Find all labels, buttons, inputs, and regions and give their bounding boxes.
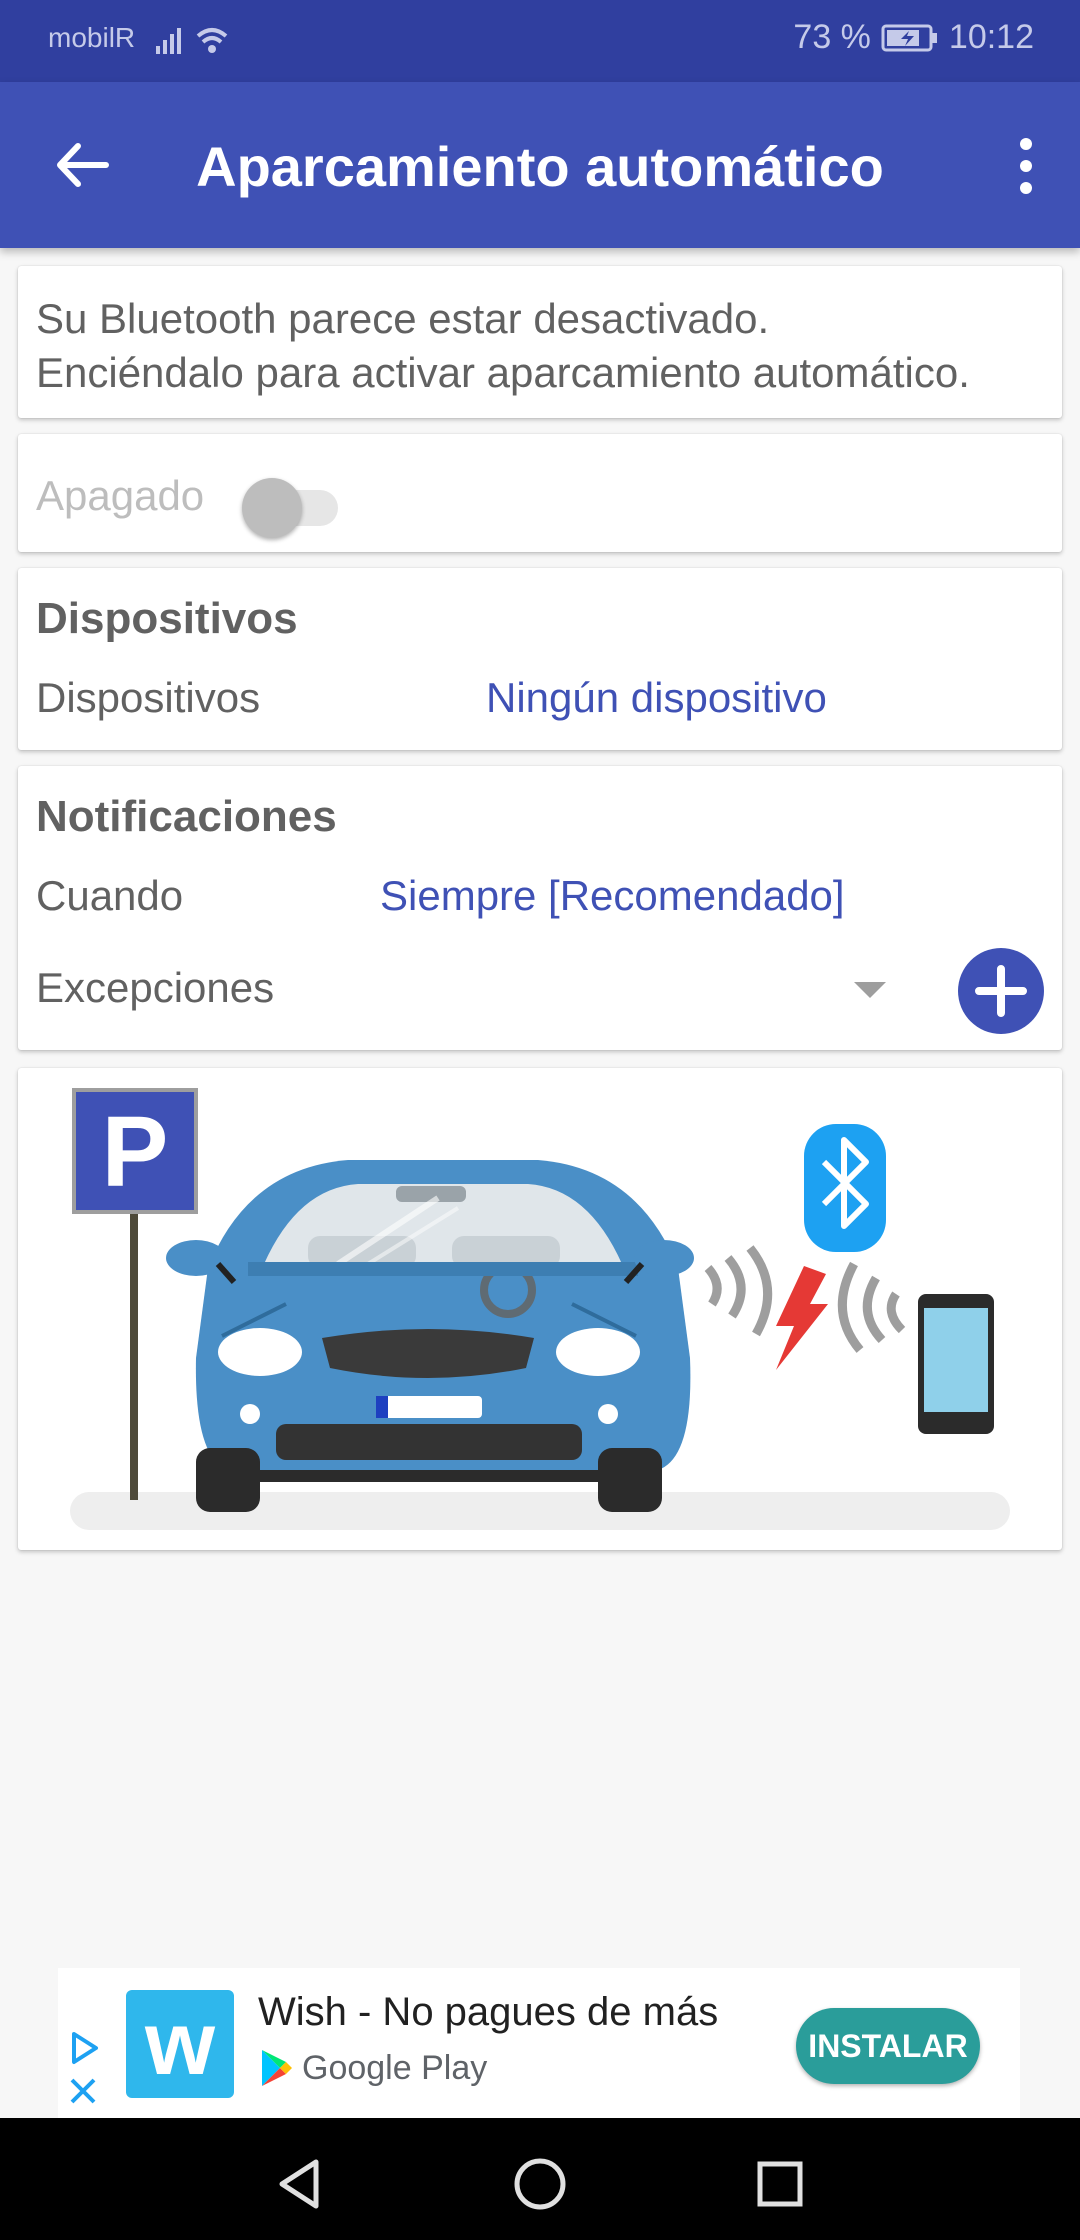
auto-park-toggle-card: Apagado <box>18 434 1062 552</box>
wish-logo: w <box>126 1990 234 2098</box>
add-exception-button[interactable] <box>958 948 1044 1034</box>
close-icon[interactable] <box>68 2076 98 2106</box>
battery-percent: 73 % <box>793 18 871 56</box>
signal-wifi-icon <box>156 28 228 54</box>
devices-value[interactable]: Ningún dispositivo <box>486 674 827 722</box>
adchoices-icon[interactable] <box>66 2030 102 2066</box>
google-play-icon <box>262 2050 292 2086</box>
when-value[interactable]: Siempre [Recomendado] <box>380 872 845 920</box>
store-badge: Google Play <box>258 2048 487 2088</box>
warning-line-1: Su Bluetooth parece estar desactivado. <box>36 295 770 342</box>
plus-icon <box>975 965 1027 1017</box>
exceptions-label: Excepciones <box>36 964 275 1011</box>
carrier-name: mobilR <box>48 22 136 53</box>
clock: 10:12 <box>948 18 1034 56</box>
notifications-heading: Notificaciones <box>36 792 337 841</box>
status-bar: mobilR 73 % 10:12 <box>0 0 1080 82</box>
wish-logo-letter: w <box>144 1994 216 2094</box>
devices-card: Dispositivos Dispositivos Ningún disposi… <box>18 568 1062 750</box>
exceptions-dropdown-icon[interactable] <box>854 982 886 998</box>
store-name: Google Play <box>302 2048 488 2087</box>
nav-recents-icon[interactable] <box>750 2154 810 2214</box>
nav-home-icon[interactable] <box>510 2154 570 2214</box>
parking-illustration-card: P <box>18 1068 1062 1550</box>
toggle-thumb[interactable] <box>242 478 302 538</box>
toggle-label: Apagado <box>36 472 205 519</box>
car-parking-illustration: P <box>70 1088 1010 1530</box>
when-label: Cuando <box>36 872 184 919</box>
battery-charging-icon <box>881 24 937 51</box>
page-title: Aparcamiento automático <box>196 135 884 198</box>
notifications-card: Notificaciones Cuando Siempre [Recomenda… <box>18 766 1062 1050</box>
ad-banner[interactable]: w Wish - No pagues de más Google Play IN… <box>58 1968 1020 2118</box>
app-bar: Aparcamiento automático <box>0 82 1080 248</box>
devices-heading: Dispositivos <box>36 594 298 643</box>
parking-sign-letter: P <box>102 1096 169 1208</box>
devices-label: Dispositivos <box>36 674 261 721</box>
system-navigation-bar <box>0 2118 1080 2240</box>
install-button[interactable]: INSTALAR <box>796 2008 980 2084</box>
warning-line-2: Enciéndalo para activar aparcamiento aut… <box>36 349 970 396</box>
ad-title: Wish - No pagues de más <box>258 1990 719 2034</box>
bluetooth-warning-card: Su Bluetooth parece estar desactivado. E… <box>18 266 1062 418</box>
more-vert-icon[interactable] <box>1012 136 1040 196</box>
nav-back-icon[interactable] <box>270 2154 330 2214</box>
